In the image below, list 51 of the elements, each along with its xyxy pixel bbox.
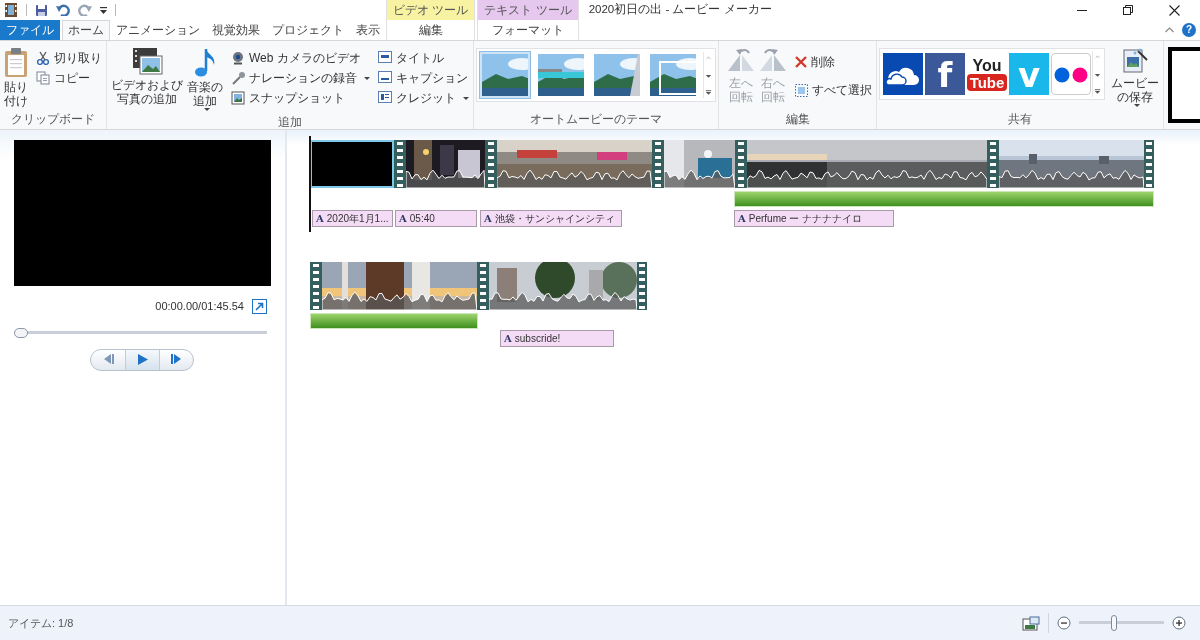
ribbon-tab[interactable]: プロジェクト (266, 20, 350, 40)
caption-glyph: A (484, 212, 492, 226)
ribbon-button[interactable]: すべて選択 (793, 80, 874, 100)
share-button[interactable]: f (925, 53, 965, 95)
caption-text: 05:40 (409, 212, 435, 226)
ribbon-button[interactable]: クレジット (376, 88, 471, 108)
group-label: 追加 (278, 115, 302, 129)
ribbon-button[interactable]: 削除 (793, 52, 874, 72)
ribbon-button[interactable]: キャプション (376, 68, 471, 88)
caption-clip[interactable]: A subscride! (500, 330, 614, 347)
ribbon-tab[interactable]: 表示 (350, 20, 386, 40)
ribbon-button[interactable]: Web カメラのビデオ (229, 48, 372, 68)
caption-clip[interactable]: A 池袋・サンシャインシティ (480, 210, 622, 227)
group-label: クリップボード (11, 112, 95, 126)
group-label: 編集 (785, 112, 810, 126)
caption-text: 池袋・サンシャインシティ (494, 212, 615, 226)
help-icon[interactable]: ? (1182, 23, 1196, 37)
window-title: 2020初日の出 - ムービー メーカー (588, 2, 773, 18)
ribbon-button[interactable]: ナレーションの録音 (229, 68, 372, 88)
caption-glyph: A (738, 212, 746, 226)
ribbon-button[interactable]: コピー (34, 68, 104, 88)
ribbon-button[interactable]: ムービー の保存 (1109, 44, 1161, 110)
ribbon-tab[interactable]: 視覚効果 (206, 20, 266, 40)
ribbon-tab[interactable]: アニメーション (110, 20, 206, 40)
ribbon-tab[interactable]: フォーマット (486, 20, 570, 40)
group-label: 共有 (1008, 112, 1032, 126)
ribbon-button[interactable]: タイトル (376, 48, 471, 68)
caption-clip[interactable]: A 2020年1月1... (312, 210, 393, 227)
ribbon-button[interactable]: スナップショット (229, 88, 372, 108)
caption-text: subscride! (514, 332, 561, 346)
ribbon-tab[interactable]: 編集 (412, 20, 449, 40)
logo-text: You (972, 57, 1002, 74)
caption-clip[interactable]: A Perfume ー ナナナナイロ (734, 210, 894, 227)
ribbon-button[interactable]: 切り取り (34, 48, 104, 68)
tool-group-header: テキスト ツール (478, 0, 578, 20)
ribbon-button[interactable]: ビデオおよび 写真の追加 (109, 44, 185, 109)
caption-glyph: A (504, 332, 512, 346)
ribbon-tab[interactable]: ホーム (62, 20, 110, 40)
caption-glyph: A (399, 212, 407, 226)
caption-glyph: A (316, 212, 324, 226)
ribbon-tab[interactable]: ファイル (0, 20, 60, 40)
group-label: オートムービーのテーマ (530, 112, 662, 126)
item-count: アイテム: 1/8 (8, 615, 75, 631)
caption-text: 2020年1月1... (326, 212, 389, 226)
time-readout: 00:00.00/01:45.54 (155, 299, 244, 314)
tool-group-header: ビデオ ツール (387, 0, 475, 20)
ribbon-button[interactable]: 音楽の 追加 (185, 44, 225, 114)
logo-text: Tube (966, 73, 1008, 91)
caption-clip[interactable]: A 05:40 (395, 210, 477, 227)
ribbon-button[interactable]: 貼り 付け (2, 44, 30, 111)
caption-text: Perfume ー ナナナナイロ (748, 212, 863, 226)
